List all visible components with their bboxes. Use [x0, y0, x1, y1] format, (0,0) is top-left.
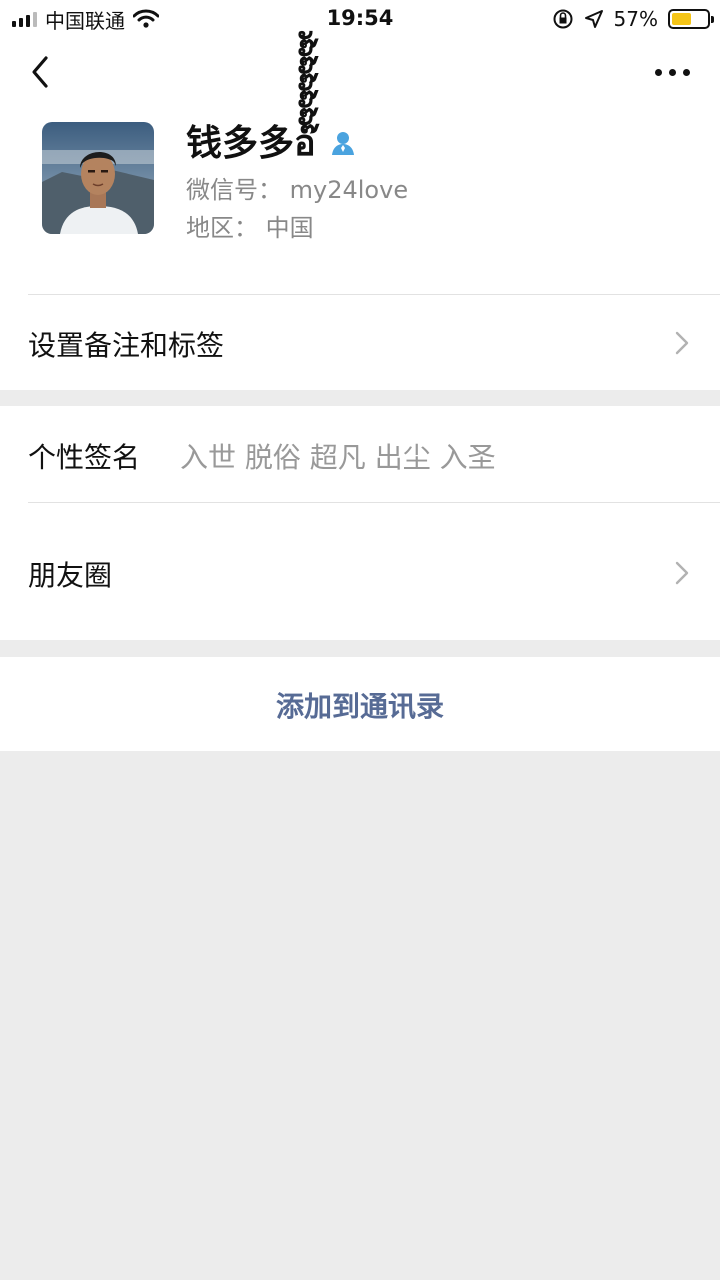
chevron-left-icon[interactable] — [22, 52, 62, 92]
add-to-contacts-button[interactable]: 添加到通讯录 — [0, 685, 720, 725]
nav-bar — [0, 40, 720, 110]
chevron-right-icon — [675, 561, 689, 585]
person-badge-icon — [331, 131, 354, 155]
profile-header: 钱多多อ๊ั๊ั๊ั๊ั๊ั๊ั 微信号： my24love 地区： 中国 — [0, 110, 720, 294]
add-contact-row[interactable]: 添加到通讯录 — [0, 657, 720, 751]
wechat-id-value: my24love — [289, 176, 409, 204]
details-section: 个性签名 入世 脱俗 超凡 出尘 入圣 朋友圈 — [0, 406, 720, 640]
battery-level — [672, 13, 692, 25]
location-icon — [584, 10, 603, 28]
divider — [28, 294, 720, 295]
status-bar: 中国联通 19:54 57% — [0, 0, 720, 40]
more-dots-icon[interactable] — [650, 60, 694, 84]
region: 地区： 中国 — [186, 208, 314, 243]
remark-tags-row[interactable]: 设置备注和标签 — [0, 294, 720, 390]
name-row: 钱多多อ๊ั๊ั๊ั๊ั๊ั๊ั — [186, 114, 356, 171]
wechat-id-label: 微信号： — [186, 176, 282, 204]
battery-percent: 57% — [613, 7, 658, 31]
region-value: 中国 — [265, 214, 314, 242]
orientation-lock-icon — [553, 9, 573, 29]
signature-label: 个性签名 — [28, 441, 141, 474]
moments-label: 朋友圈 — [28, 559, 113, 592]
signature-value: 入世 脱俗 超凡 出尘 入圣 — [180, 441, 496, 474]
region-label: 地区： — [186, 214, 258, 242]
battery-icon — [668, 9, 714, 29]
wechat-id: 微信号： my24love — [186, 170, 408, 205]
remark-tags-label: 设置备注和标签 — [28, 329, 225, 362]
profile-name: 钱多多อ๊ั๊ั๊ั๊ั๊ั๊ั — [186, 123, 316, 164]
avatar[interactable] — [42, 122, 154, 234]
divider — [28, 502, 720, 503]
chevron-right-icon — [675, 331, 689, 355]
status-right: 57% — [552, 7, 714, 31]
